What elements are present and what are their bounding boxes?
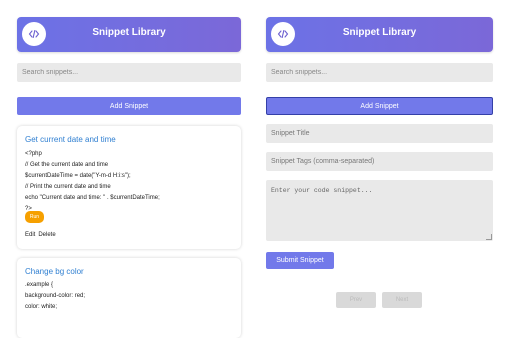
snippet-code: <?php // Get the current date and time $… <box>25 151 160 212</box>
edit-link[interactable]: Edit <box>25 232 35 238</box>
add-snippet-button[interactable]: Add Snippet <box>17 97 241 115</box>
search-input[interactable] <box>17 63 241 82</box>
next-page-button[interactable]: Next <box>382 292 422 308</box>
library-panel-right: Snippet Library Add Snippet Snippet Titl… <box>266 0 493 320</box>
snippet-card: Change bg color .example { background-co… <box>17 258 241 338</box>
prev-page-button[interactable]: Prev <box>336 292 376 308</box>
app-title: Snippet Library <box>92 27 166 38</box>
resize-handle[interactable] <box>486 234 492 240</box>
library-panel-left: Snippet Library Add Snippet Get current … <box>17 0 241 338</box>
snippet-code: .example { background-color: red; color:… <box>25 282 86 310</box>
search-input[interactable] <box>266 63 493 82</box>
app-title: Snippet Library <box>342 27 417 38</box>
snippet-card: Get current date and time <?php // Get t… <box>17 126 241 249</box>
delete-link[interactable]: Delete <box>38 232 55 238</box>
code-placeholder: Enter your code snippet... <box>271 187 373 194</box>
add-snippet-button[interactable]: Add Snippet <box>266 97 493 115</box>
app-header: Snippet Library <box>266 17 493 52</box>
snippet-code-textarea[interactable]: Enter your code snippet... <box>266 180 493 241</box>
snippet-tags-input[interactable]: Snippet Tags (comma-separated) <box>266 152 493 171</box>
app-header: Snippet Library <box>17 17 241 52</box>
snippet-title-input[interactable]: Snippet Title <box>266 124 493 143</box>
run-button[interactable]: Run <box>25 211 44 223</box>
snippet-actions: Edit Delete <box>25 232 59 238</box>
snippet-title: Get current date and time <box>25 135 116 144</box>
submit-snippet-button[interactable]: Submit Snippet <box>266 252 334 269</box>
snippet-title: Change bg color <box>25 267 84 276</box>
